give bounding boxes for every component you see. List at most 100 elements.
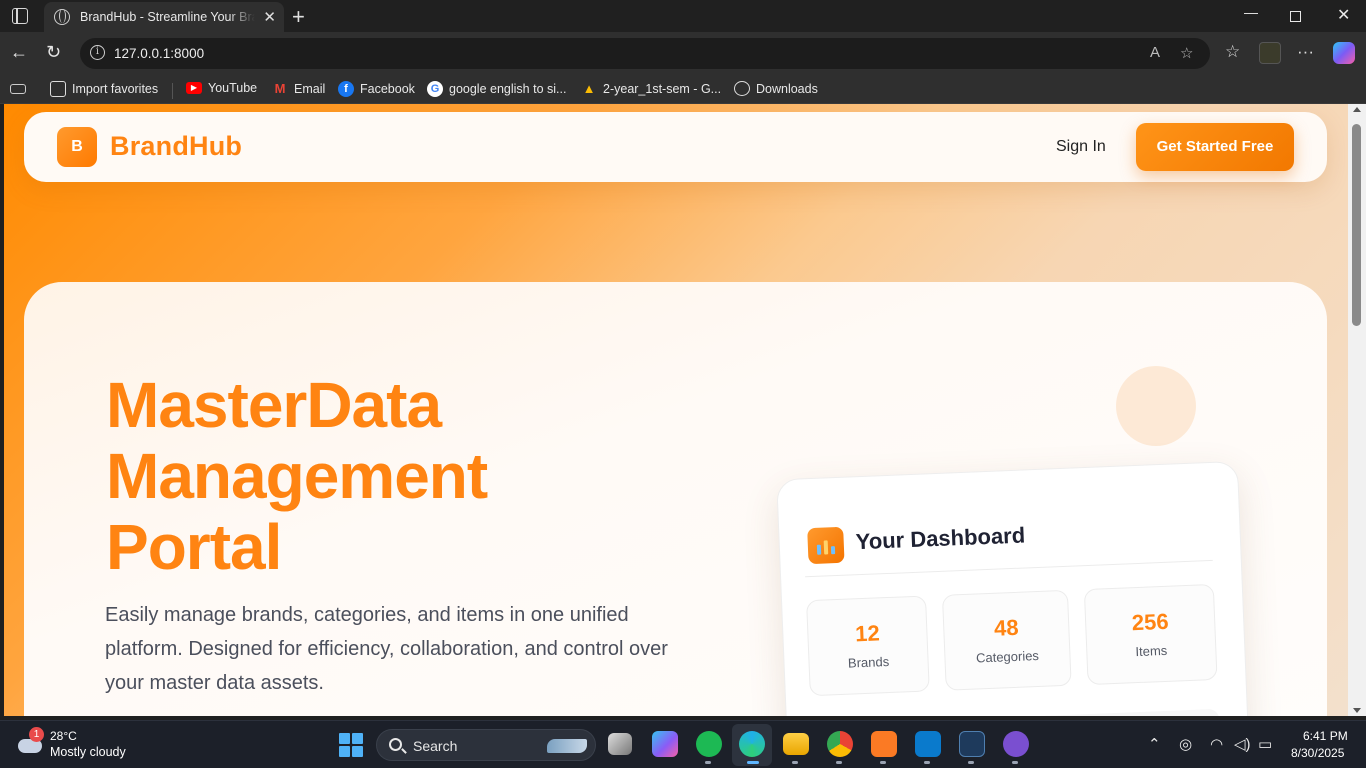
mysql-workbench-icon[interactable] bbox=[959, 731, 985, 757]
favorites-bar: Import favorites ▶ YouTube M Email f Fac… bbox=[0, 76, 1366, 104]
copilot-app-icon[interactable] bbox=[652, 731, 678, 757]
sign-in-link[interactable]: Sign In bbox=[1056, 138, 1106, 156]
favorites-icon[interactable]: ☆ bbox=[1225, 42, 1240, 62]
tab-actions-icon[interactable] bbox=[12, 8, 28, 24]
import-icon bbox=[50, 81, 66, 97]
favorite-youtube[interactable]: ▶ YouTube bbox=[186, 81, 257, 95]
divider bbox=[805, 559, 1213, 578]
new-tab-button[interactable]: + bbox=[292, 4, 305, 30]
globe-icon bbox=[54, 9, 70, 25]
edge-icon[interactable] bbox=[739, 731, 765, 757]
app-running-indicator bbox=[1012, 761, 1018, 764]
youtube-icon: ▶ bbox=[186, 82, 202, 94]
site-info-icon[interactable]: i bbox=[90, 45, 105, 60]
hero-title: MasterData Management Portal bbox=[106, 369, 488, 583]
weather-icon[interactable]: 1 bbox=[16, 727, 44, 753]
spotify-icon[interactable] bbox=[696, 731, 722, 757]
wifi-icon[interactable]: ◠ bbox=[1210, 735, 1223, 753]
url-text[interactable]: 127.0.0.1:8000 bbox=[114, 46, 204, 61]
close-tab-icon[interactable]: ✕ bbox=[263, 8, 276, 26]
tab-title: BrandHub - Streamline Your Brand bbox=[80, 10, 255, 24]
app-running-indicator bbox=[705, 761, 711, 764]
minimize-icon[interactable]: — bbox=[1244, 4, 1258, 20]
dashboard-progress-bar bbox=[811, 708, 1220, 716]
chrome-icon[interactable] bbox=[827, 731, 853, 757]
extension-icon[interactable] bbox=[1259, 42, 1281, 64]
bar-chart-icon bbox=[807, 526, 845, 565]
globe-icon bbox=[734, 81, 750, 96]
back-icon[interactable]: ← bbox=[10, 42, 28, 63]
weather-desc[interactable]: Mostly cloudy bbox=[50, 745, 126, 759]
favorite-label: google english to si... bbox=[449, 82, 567, 96]
favorite-label: YouTube bbox=[208, 81, 258, 95]
app-active-indicator bbox=[747, 761, 759, 764]
more-icon[interactable]: ··· bbox=[1297, 42, 1314, 62]
browser-titlebar: BrandHub - Streamline Your Brand ✕ + — ✕ bbox=[0, 0, 1366, 32]
get-started-button[interactable]: Get Started Free bbox=[1136, 123, 1294, 171]
taskbar-search[interactable]: Search bbox=[376, 729, 596, 761]
app-running-indicator bbox=[836, 761, 842, 764]
stat-label: Brands bbox=[847, 654, 890, 671]
close-window-icon[interactable]: ✕ bbox=[1337, 5, 1350, 25]
weather-temp[interactable]: 28°C bbox=[50, 729, 77, 743]
favorite-downloads[interactable]: Downloads bbox=[734, 81, 818, 96]
search-label: Search bbox=[413, 738, 458, 754]
brand-logo-icon[interactable]: B bbox=[57, 127, 97, 167]
facebook-icon: f bbox=[338, 81, 354, 97]
stat-categories: 48 Categories bbox=[941, 589, 1072, 691]
stat-label: Items bbox=[1135, 642, 1168, 660]
sync-icon[interactable]: ◎ bbox=[1179, 735, 1192, 753]
hero-title-line: MasterData bbox=[106, 369, 442, 441]
start-button[interactable] bbox=[339, 733, 363, 757]
clock-date[interactable]: 8/30/2025 bbox=[1291, 746, 1344, 760]
restore-icon[interactable] bbox=[1290, 11, 1301, 22]
favorite-label: Email bbox=[294, 82, 326, 96]
page-scrollbar[interactable] bbox=[1348, 104, 1366, 716]
stat-value: 12 bbox=[854, 620, 881, 647]
refresh-icon[interactable]: ↻ bbox=[46, 42, 61, 63]
favorite-drive[interactable]: ▲ 2-year_1st-sem - G... bbox=[581, 81, 722, 97]
github-desktop-icon[interactable] bbox=[1003, 731, 1029, 757]
dashboard-title: Your Dashboard bbox=[855, 522, 1026, 555]
site-navbar: B BrandHub Sign In Get Started Free bbox=[24, 112, 1327, 182]
favorite-email[interactable]: M Email bbox=[272, 81, 326, 97]
xampp-icon[interactable] bbox=[871, 731, 897, 757]
favorite-star-icon[interactable]: ☆ bbox=[1180, 44, 1193, 62]
scrollbar-thumb[interactable] bbox=[1352, 124, 1361, 326]
favorites-divider bbox=[172, 83, 173, 99]
volume-icon[interactable]: ◁) bbox=[1234, 735, 1251, 753]
chevron-up-icon[interactable]: ⌃ bbox=[1148, 735, 1161, 753]
favorite-google-translate[interactable]: G google english to si... bbox=[427, 81, 566, 97]
favorites-menu-icon[interactable] bbox=[10, 81, 26, 94]
battery-icon[interactable]: ▭ bbox=[1258, 735, 1272, 753]
stat-value: 48 bbox=[993, 614, 1020, 641]
scroll-up-icon[interactable] bbox=[1353, 107, 1361, 112]
vscode-icon[interactable] bbox=[915, 731, 941, 757]
file-explorer-icon[interactable] bbox=[783, 733, 809, 755]
google-drive-icon: ▲ bbox=[582, 81, 596, 96]
dashboard-preview-card: Your Dashboard 12 Brands 48 Categories 2… bbox=[776, 460, 1250, 716]
hero-description: Easily manage brands, categories, and it… bbox=[105, 604, 668, 694]
hero-title-line: Management bbox=[106, 440, 488, 512]
windows-taskbar: 1 28°C Mostly cloudy Search ⌃ ◎ ◠ ◁) ▭ 6… bbox=[0, 720, 1366, 768]
brand-name[interactable]: BrandHub bbox=[110, 131, 242, 162]
favorite-import[interactable]: Import favorites bbox=[50, 81, 158, 97]
app-running-indicator bbox=[924, 761, 930, 764]
address-bar[interactable]: i 127.0.0.1:8000 A ☆ bbox=[80, 38, 1210, 69]
favorite-label: Import favorites bbox=[72, 82, 159, 96]
clock-time[interactable]: 6:41 PM bbox=[1303, 729, 1348, 743]
stat-brands: 12 Brands bbox=[806, 595, 930, 697]
copilot-icon[interactable] bbox=[1333, 42, 1355, 64]
browser-tab-active[interactable]: BrandHub - Streamline Your Brand ✕ bbox=[44, 2, 284, 32]
search-icon bbox=[389, 738, 402, 751]
app-running-indicator bbox=[880, 761, 886, 764]
gmail-icon: M bbox=[274, 81, 286, 96]
favorite-facebook[interactable]: f Facebook bbox=[338, 81, 415, 97]
stat-items: 256 Items bbox=[1083, 583, 1218, 686]
favorite-label: Facebook bbox=[360, 82, 415, 96]
task-view-icon[interactable] bbox=[608, 733, 632, 755]
read-aloud-icon[interactable]: A bbox=[1150, 44, 1160, 61]
scroll-down-icon[interactable] bbox=[1353, 708, 1361, 713]
stat-value: 256 bbox=[1131, 608, 1170, 636]
app-running-indicator bbox=[968, 761, 974, 764]
